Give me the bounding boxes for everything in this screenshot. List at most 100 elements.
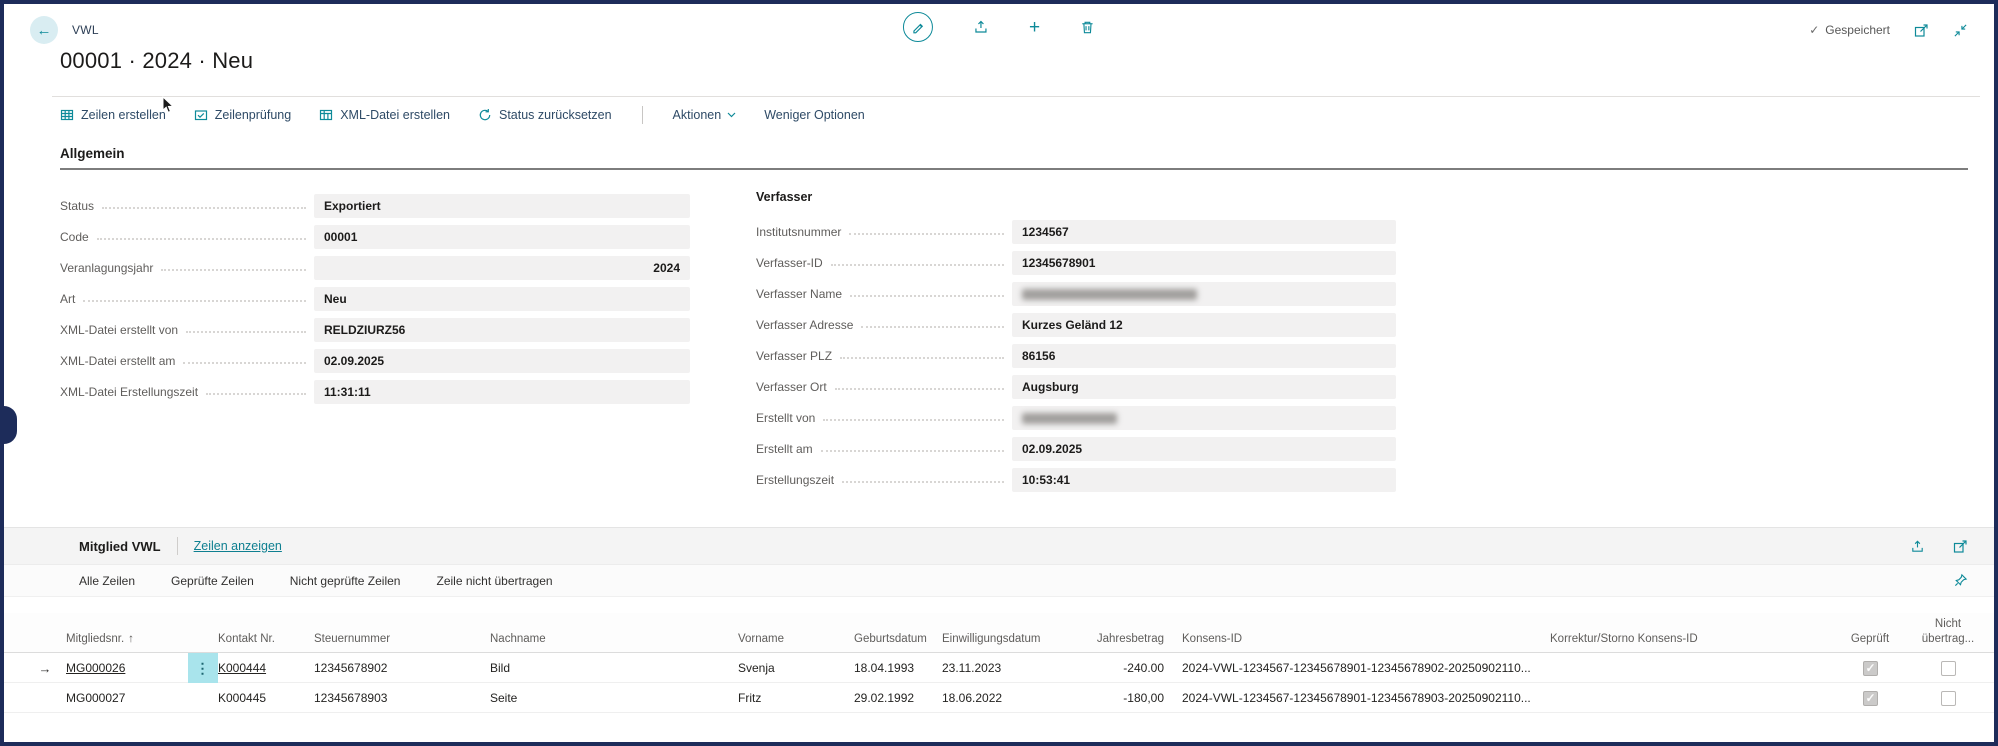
field-value[interactable]: 12345678901 xyxy=(1012,251,1396,275)
back-button[interactable]: ← xyxy=(30,16,58,44)
col-header-steuernummer[interactable]: Steuernummer xyxy=(314,632,490,646)
view-nicht-gepruefte-zeilen[interactable]: Nicht geprüfte Zeilen xyxy=(290,574,401,588)
blurred-value xyxy=(1022,289,1197,300)
cell-nachname[interactable]: Bild xyxy=(490,661,738,675)
field-label: Institutsnummer xyxy=(756,225,841,239)
cell-vorname[interactable]: Fritz xyxy=(738,691,854,705)
cell-nachname[interactable]: Seite xyxy=(490,691,738,705)
popout-icon xyxy=(1914,23,1929,38)
col-header-konsens-id[interactable]: Konsens-ID xyxy=(1182,632,1550,646)
zeilen-anzeigen-link[interactable]: Zeilen anzeigen xyxy=(194,539,282,553)
dotted-leader xyxy=(823,410,1004,421)
check-icon: ✓ xyxy=(1809,23,1819,37)
cell-geburtsdatum[interactable]: 18.04.1993 xyxy=(854,661,942,675)
action-xml-datei-erstellen[interactable]: XML-Datei erstellen xyxy=(319,108,450,122)
view-gepruefte-zeilen[interactable]: Geprüfte Zeilen xyxy=(171,574,254,588)
action-bar-divider xyxy=(642,106,643,124)
dotted-leader xyxy=(102,198,306,209)
field-value[interactable]: Exportiert xyxy=(314,194,690,218)
field-verfasser-name: Verfasser Name xyxy=(756,278,1396,309)
new-record-button[interactable]: + xyxy=(1029,18,1040,37)
field-value[interactable]: 2024 xyxy=(314,256,690,280)
geprueft-checkbox[interactable] xyxy=(1863,661,1878,676)
field-value[interactable]: 10:53:41 xyxy=(1012,468,1396,492)
view-zeile-nicht-uebertragen[interactable]: Zeile nicht übertragen xyxy=(436,574,552,588)
cell-mitgliedsnr[interactable]: MG000026 xyxy=(66,661,125,675)
col-header-geprueft[interactable]: Geprüft xyxy=(1830,632,1910,646)
resize-arrows-icon xyxy=(1953,23,1968,38)
field-label: Art xyxy=(60,292,75,306)
cell-steuernummer[interactable]: 12345678903 xyxy=(314,691,490,705)
field-value[interactable]: Kurzes Geländ 12 xyxy=(1012,313,1396,337)
field-xml-erstellt-am: XML-Datei erstellt am 02.09.2025 xyxy=(60,345,690,376)
cell-steuernummer[interactable]: 12345678902 xyxy=(314,661,490,675)
cell-geburtsdatum[interactable]: 29.02.1992 xyxy=(854,691,942,705)
cell-kontakt[interactable]: K000444 xyxy=(218,661,266,675)
action-label: Zeilen erstellen xyxy=(81,108,166,122)
col-header-kontakt[interactable]: Kontakt Nr. xyxy=(218,632,314,646)
share-icon xyxy=(973,19,989,35)
col-header-nachname[interactable]: Nachname xyxy=(490,632,738,646)
row-options-button[interactable] xyxy=(188,683,218,713)
table-gap xyxy=(4,597,1994,613)
col-header-nicht-uebertragen[interactable]: Nicht übertrag... xyxy=(1910,617,1986,646)
part-share-button[interactable] xyxy=(1910,539,1925,554)
action-zeilenpruefung[interactable]: Zeilenprüfung xyxy=(194,108,291,122)
vertical-ellipsis-icon: ⋮ xyxy=(196,660,211,677)
field-value-redacted[interactable] xyxy=(1012,406,1396,430)
cell-einwilligungsdatum[interactable]: 23.11.2023 xyxy=(942,661,1062,675)
cell-einwilligungsdatum[interactable]: 18.06.2022 xyxy=(942,691,1062,705)
field-verfasser-ort: Verfasser Ort Augsburg xyxy=(756,371,1396,402)
reset-circular-arrow-icon xyxy=(478,108,492,122)
col-header-vorname[interactable]: Vorname xyxy=(738,632,854,646)
cell-konsens-id[interactable]: 2024-VWL-1234567-12345678901-12345678903… xyxy=(1182,691,1550,705)
field-value[interactable]: 00001 xyxy=(314,225,690,249)
col-header-korrektur-storno[interactable]: Korrektur/Storno Konsens-ID xyxy=(1550,632,1830,646)
geprueft-checkbox[interactable] xyxy=(1863,691,1878,706)
share-button[interactable] xyxy=(973,19,989,35)
cell-vorname[interactable]: Svenja xyxy=(738,661,854,675)
cell-jahresbetrag[interactable]: -240.00 xyxy=(1062,661,1182,675)
delete-button[interactable] xyxy=(1080,20,1095,35)
collapse-window-button[interactable] xyxy=(1953,23,1968,38)
cell-kontakt[interactable]: K000445 xyxy=(218,691,314,705)
col-header-mitgliedsnr[interactable]: Mitgliedsnr.↑ xyxy=(66,632,188,646)
field-value[interactable]: 02.09.2025 xyxy=(1012,437,1396,461)
field-value[interactable]: 11:31:11 xyxy=(314,380,690,404)
row-options-button[interactable]: ⋮ xyxy=(188,653,218,683)
field-value-redacted[interactable] xyxy=(1012,282,1396,306)
field-code: Code 00001 xyxy=(60,221,690,252)
part-header: Mitglied VWL Zeilen anzeigen xyxy=(4,528,1994,565)
weniger-optionen-button[interactable]: Weniger Optionen xyxy=(764,108,865,122)
part-popout-button[interactable] xyxy=(1953,539,1968,554)
field-value[interactable]: Augsburg xyxy=(1012,375,1396,399)
field-value[interactable]: 1234567 xyxy=(1012,220,1396,244)
field-value[interactable]: 86156 xyxy=(1012,344,1396,368)
view-alle-zeilen[interactable]: Alle Zeilen xyxy=(79,574,135,588)
share-icon xyxy=(1910,539,1925,554)
cell-mitgliedsnr[interactable]: MG000027 xyxy=(66,691,188,705)
open-in-new-window-button[interactable] xyxy=(1914,23,1929,38)
mitglied-vwl-part: Mitglied VWL Zeilen anzeigen xyxy=(4,527,1994,713)
side-panel-handle[interactable] xyxy=(4,406,17,444)
nicht-uebertragen-checkbox[interactable] xyxy=(1941,661,1956,676)
field-verfasser-id: Verfasser-ID 12345678901 xyxy=(756,247,1396,278)
field-label: XML-Datei erstellt von xyxy=(60,323,178,337)
col-header-einwilligungsdatum[interactable]: Einwilligungsdatum xyxy=(942,632,1062,646)
nicht-uebertragen-checkbox[interactable] xyxy=(1941,691,1956,706)
col-header-jahresbetrag[interactable]: Jahresbetrag xyxy=(1062,632,1182,646)
dotted-leader xyxy=(850,286,1004,297)
action-zeilen-erstellen[interactable]: Zeilen erstellen xyxy=(60,108,166,122)
action-status-zuruecksetzen[interactable]: Status zurücksetzen xyxy=(478,108,612,122)
filter-pin-button[interactable] xyxy=(1953,573,1968,588)
section-heading[interactable]: Allgemein xyxy=(60,146,1968,170)
col-header-geburtsdatum[interactable]: Geburtsdatum xyxy=(854,632,942,646)
aktionen-menu[interactable]: Aktionen xyxy=(673,108,737,122)
cell-konsens-id[interactable]: 2024-VWL-1234567-12345678901-12345678902… xyxy=(1182,661,1550,675)
field-value[interactable]: Neu xyxy=(314,287,690,311)
cell-jahresbetrag[interactable]: -180,00 xyxy=(1062,691,1182,705)
edit-button[interactable] xyxy=(903,12,933,42)
field-value[interactable]: RELDZIURZ56 xyxy=(314,318,690,342)
field-status: Status Exportiert xyxy=(60,190,690,221)
field-value[interactable]: 02.09.2025 xyxy=(314,349,690,373)
